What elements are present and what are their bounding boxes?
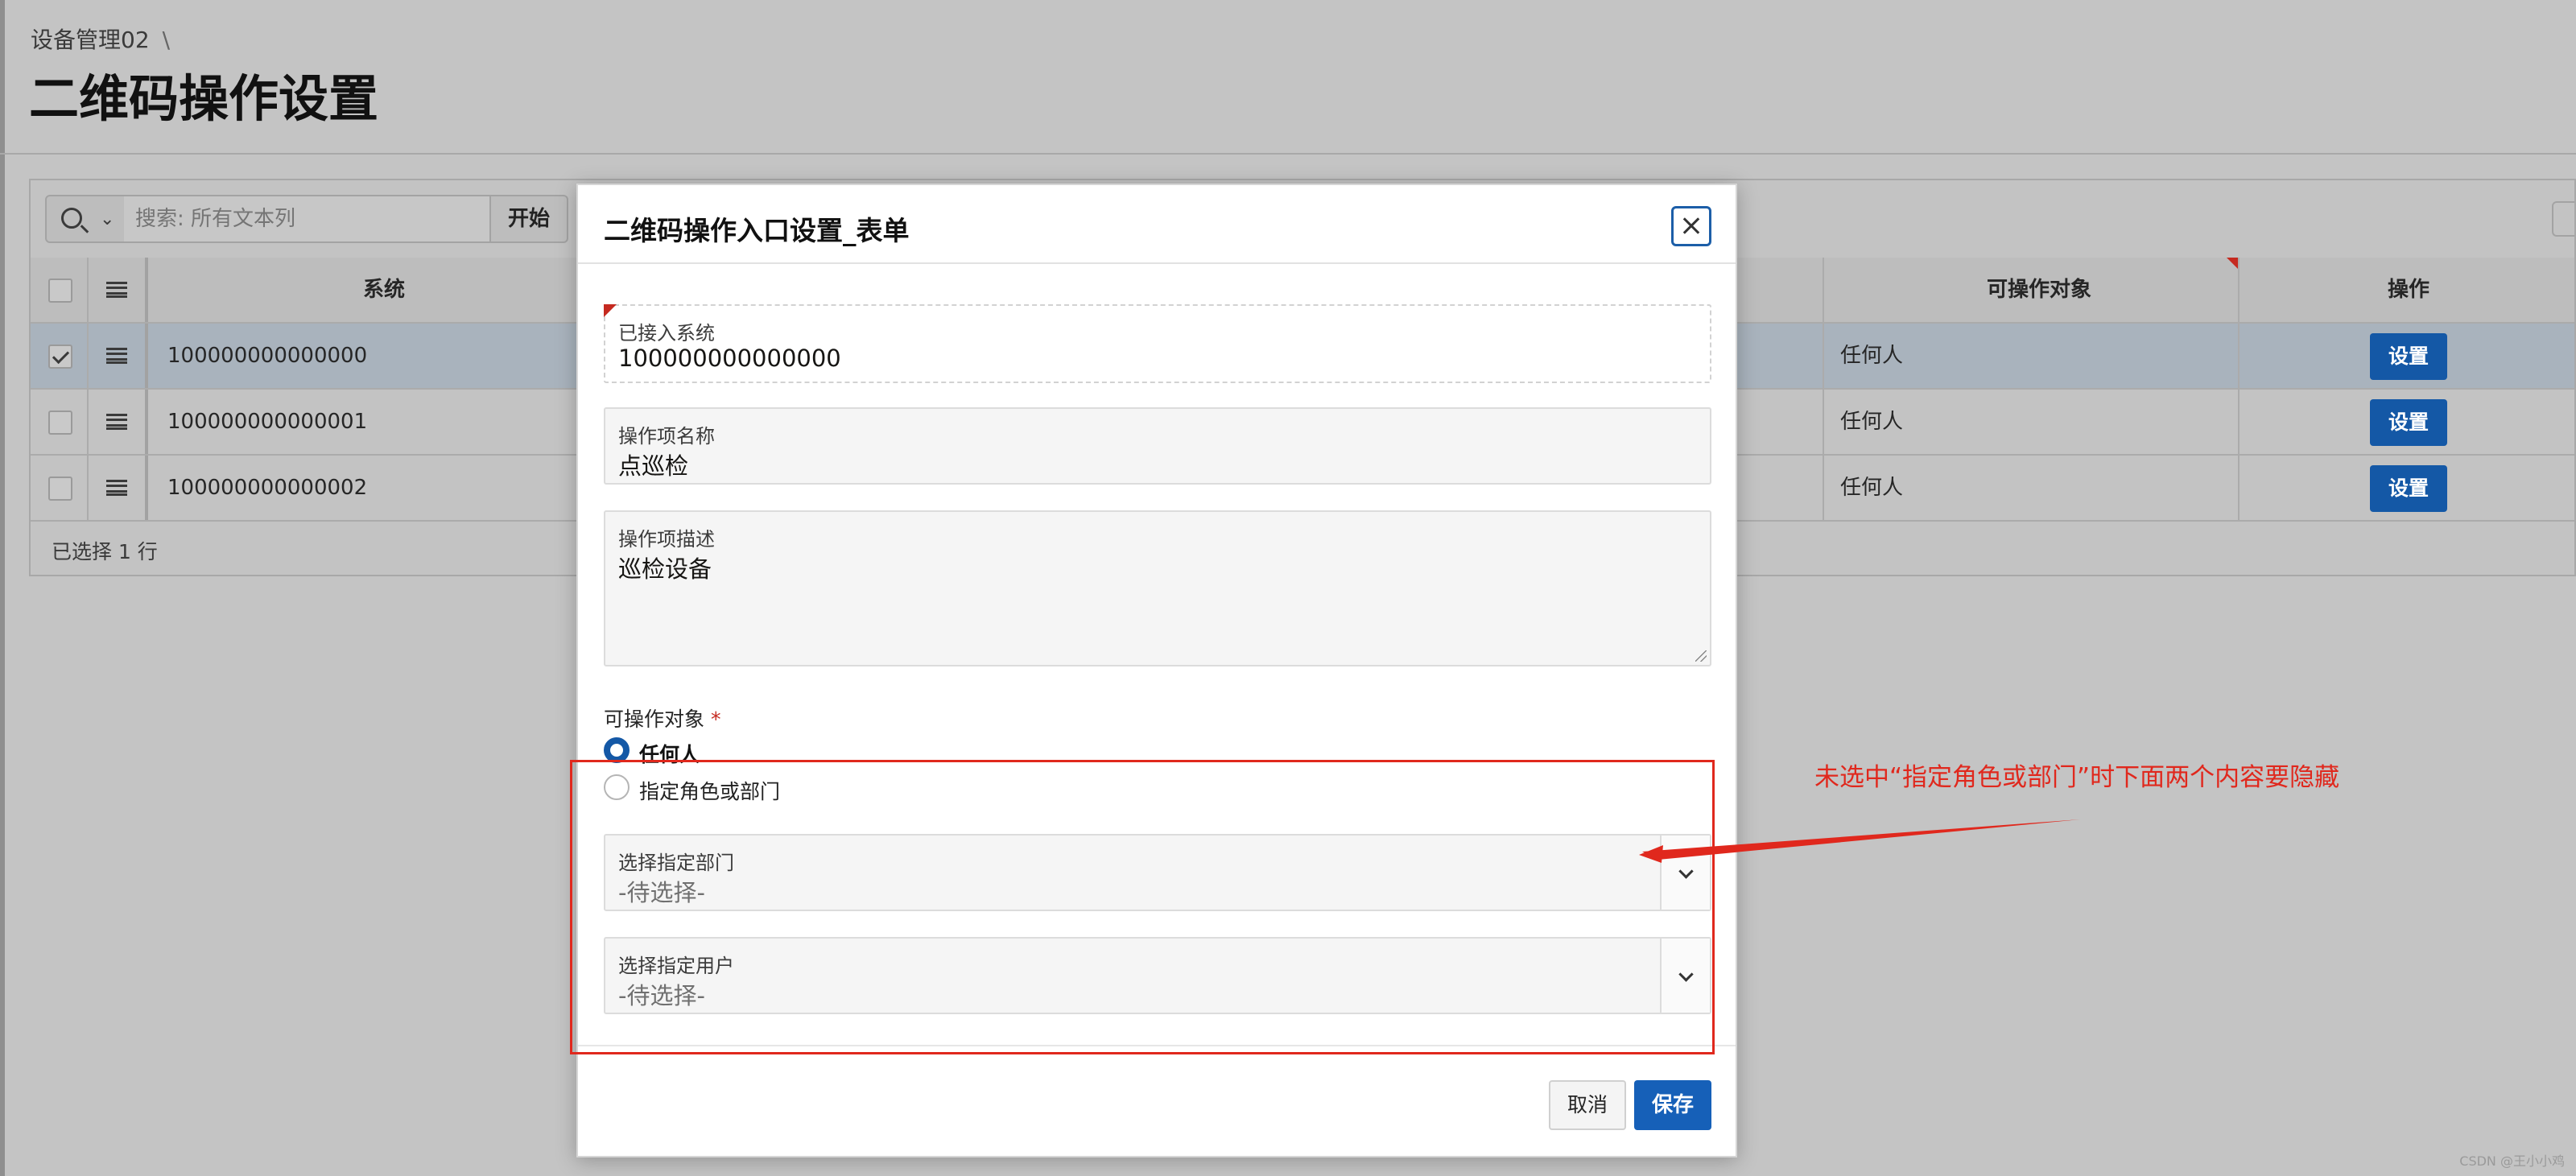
- target-group-label-text: 可操作对象: [604, 708, 705, 731]
- row-menu-header: [89, 258, 148, 322]
- column-header-action[interactable]: 操作: [2238, 258, 2576, 322]
- annotation-box: [570, 760, 1715, 1054]
- required-marker: *: [711, 708, 721, 731]
- field-label: 操作项描述: [618, 528, 715, 551]
- breadcrumb-item[interactable]: 设备管理02: [31, 27, 150, 53]
- field-value[interactable]: 点巡检: [618, 448, 688, 481]
- settings-button[interactable]: 设置: [2370, 333, 2447, 380]
- cell-action: 设置: [2238, 324, 2576, 388]
- row-menu-cell: [89, 324, 148, 388]
- operation-description-field[interactable]: 操作项描述 巡检设备: [604, 510, 1711, 666]
- annotation-text: 未选中“指定角色或部门”时下面两个内容要隐藏: [1814, 763, 2340, 792]
- field-label: 已接入系统: [618, 322, 715, 345]
- settings-button[interactable]: 设置: [2370, 399, 2447, 446]
- row-checkbox[interactable]: [48, 345, 72, 369]
- close-icon[interactable]: [1671, 206, 1711, 246]
- select-all-cell: [31, 258, 89, 322]
- cell-system: 100000000000000: [151, 324, 602, 388]
- go-button[interactable]: 开始: [489, 195, 568, 243]
- settings-button[interactable]: 设置: [2370, 465, 2447, 512]
- menu-icon[interactable]: [106, 480, 127, 496]
- cancel-button[interactable]: 取消: [1549, 1080, 1626, 1130]
- menu-icon[interactable]: [106, 282, 127, 298]
- target-group-label: 可操作对象 *: [604, 704, 721, 732]
- resize-handle-icon[interactable]: [1695, 650, 1707, 662]
- row-menu-cell: [89, 456, 148, 520]
- cell-system: 100000000000001: [151, 390, 602, 454]
- dialog-header: 二维码操作入口设置_表单: [578, 185, 1736, 264]
- header-divider: [0, 153, 2576, 155]
- connected-system-field: 已接入系统 100000000000000: [604, 304, 1711, 383]
- selection-count: 已选择 1 行: [52, 540, 158, 563]
- cell-target: 任何人: [1823, 390, 2238, 454]
- chevron-down-icon: ⌄: [100, 209, 115, 229]
- breadcrumb: 设备管理02 \: [31, 23, 170, 55]
- toolbar-right-button[interactable]: [2552, 201, 2574, 237]
- field-label: 操作项名称: [618, 425, 715, 448]
- operation-name-field[interactable]: 操作项名称 点巡检: [604, 407, 1711, 485]
- search-input[interactable]: [124, 195, 491, 243]
- search-icon: [61, 208, 82, 229]
- cell-action: 设置: [2238, 390, 2576, 454]
- search-column-button[interactable]: ⌄: [45, 195, 126, 243]
- cell-action: 设置: [2238, 456, 2576, 520]
- breadcrumb-separator: \: [162, 27, 171, 53]
- select-all-checkbox[interactable]: [48, 279, 72, 303]
- column-flag-icon: [2227, 258, 2238, 269]
- row-checkbox[interactable]: [48, 477, 72, 501]
- watermark: CSDN @王小小鸡: [2459, 1153, 2565, 1169]
- row-select-cell: [31, 390, 89, 454]
- column-header-system[interactable]: 系统: [151, 258, 602, 322]
- cell-system: 100000000000002: [151, 456, 602, 520]
- save-button[interactable]: 保存: [1634, 1080, 1711, 1130]
- changed-indicator: [604, 304, 617, 317]
- row-checkbox[interactable]: [48, 411, 72, 435]
- menu-icon[interactable]: [106, 348, 127, 364]
- dialog-footer: 取消 保存: [578, 1045, 1736, 1157]
- page-title: 二维码操作设置: [29, 69, 379, 128]
- field-value[interactable]: 巡检设备: [618, 551, 712, 584]
- row-select-cell: [31, 324, 89, 388]
- field-value: 100000000000000: [618, 345, 841, 372]
- cell-target: 任何人: [1823, 456, 2238, 520]
- menu-icon[interactable]: [106, 414, 127, 430]
- cell-target: 任何人: [1823, 324, 2238, 388]
- dialog-title: 二维码操作入口设置_表单: [604, 215, 910, 246]
- column-header-target[interactable]: 可操作对象: [1823, 258, 2238, 322]
- left-rail: [0, 0, 5, 1176]
- row-menu-cell: [89, 390, 148, 454]
- row-select-cell: [31, 456, 89, 520]
